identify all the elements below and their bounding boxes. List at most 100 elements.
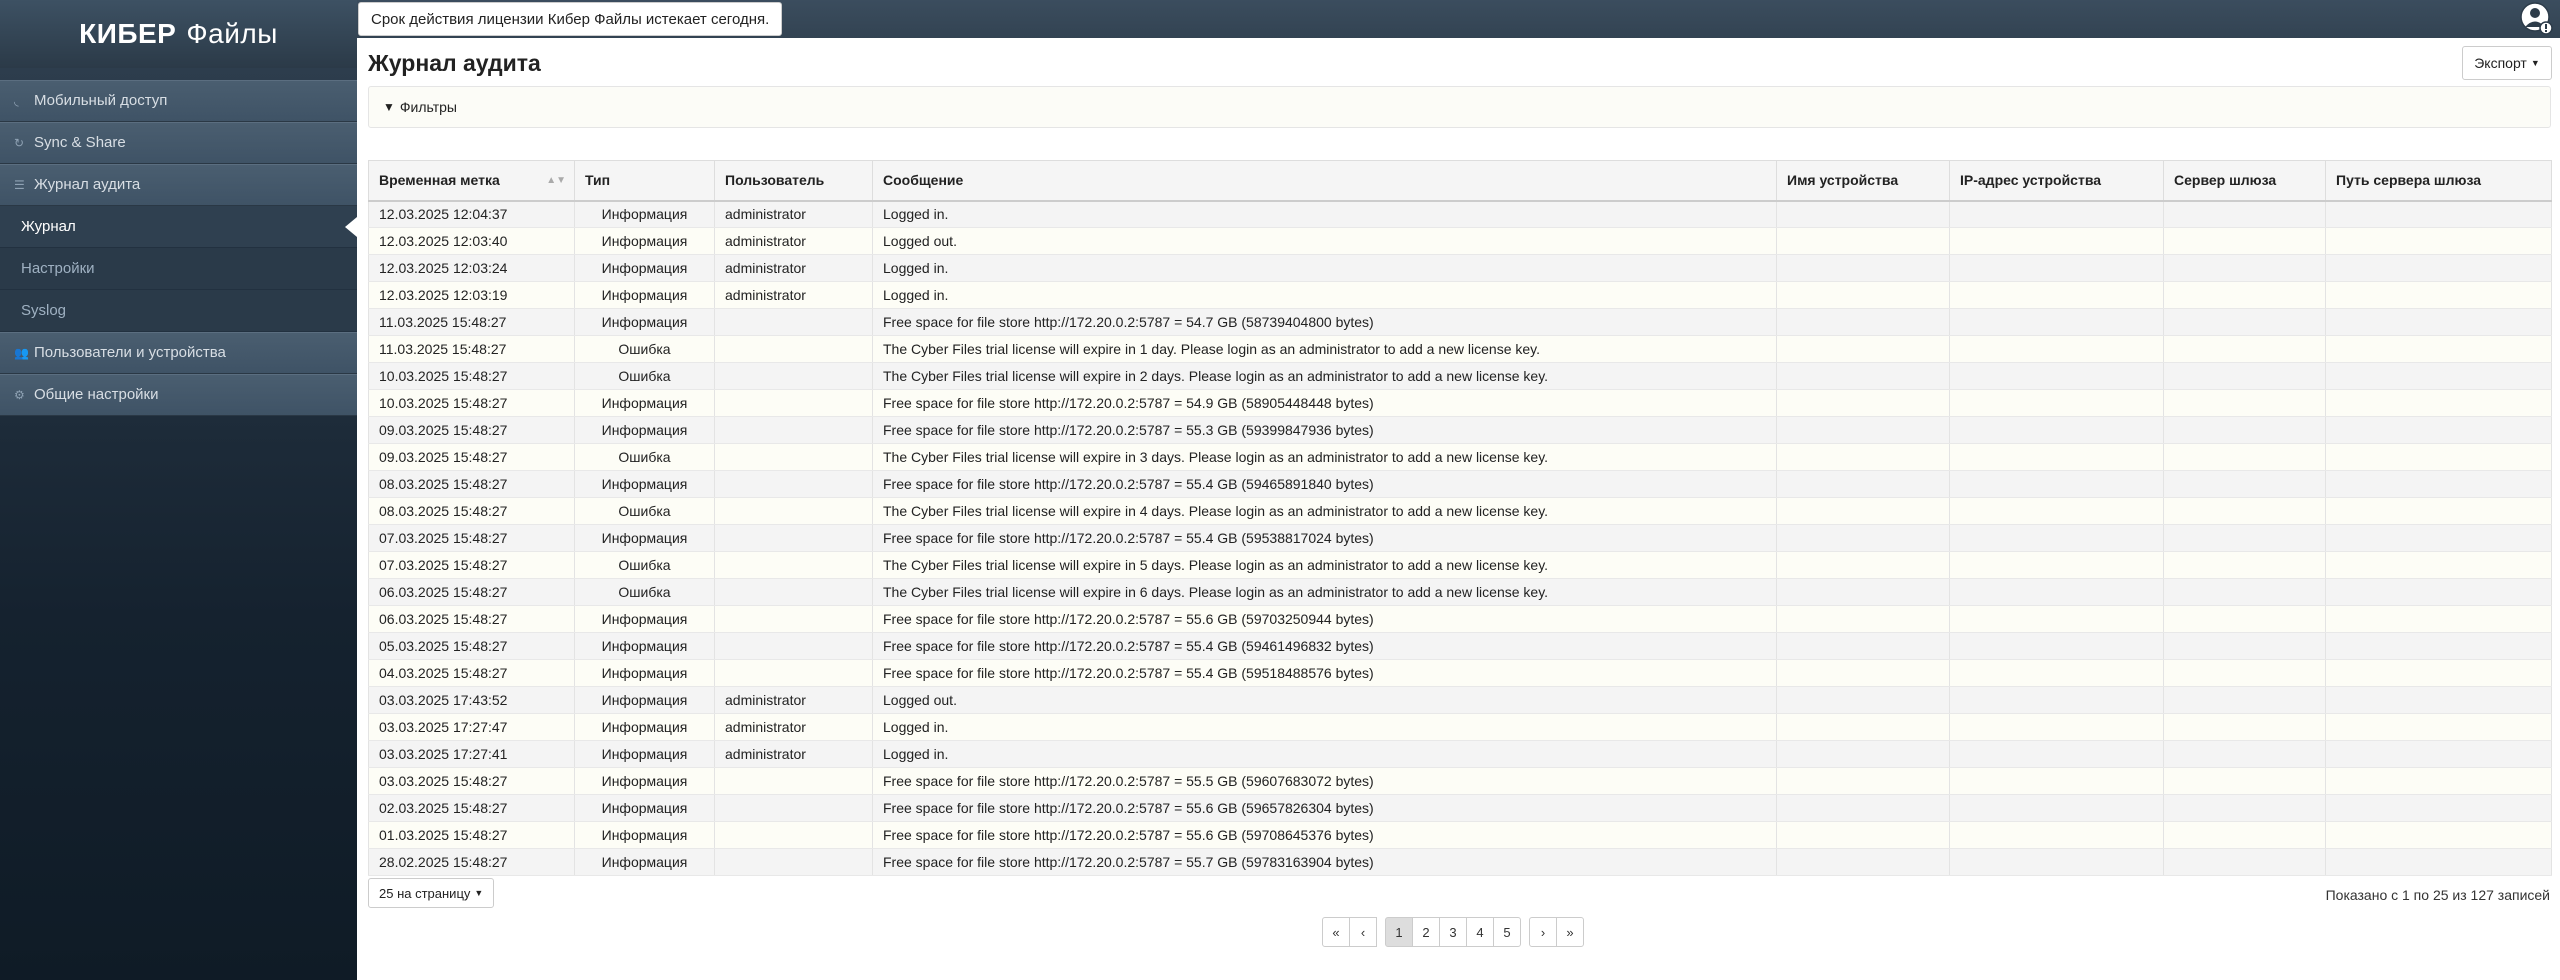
app-logo[interactable]: КИБЕР Файлы	[0, 0, 357, 68]
users-icon: 👥	[14, 346, 29, 360]
main-content: Журнал аудита Экспорт ▼ ▼ Фильтры Времен…	[357, 38, 2560, 980]
table-row[interactable]: 12.03.2025 12:03:24 Информация administrat…	[368, 254, 2552, 282]
cell-timestamp: 07.03.2025 15:48:27	[368, 524, 575, 552]
column-header-gateway-path[interactable]: Путь сервера шлюза	[2325, 160, 2552, 202]
table-row[interactable]: 11.03.2025 15:48:27 Информация Free space …	[368, 308, 2552, 336]
cell-gateway-path	[2325, 497, 2552, 525]
cell-user	[714, 605, 873, 633]
cell-device-ip	[1949, 497, 2164, 525]
sync-icon: ↻	[14, 136, 25, 150]
last-page-button[interactable]: »	[1556, 917, 1584, 947]
sidebar-subitem-syslog[interactable]: Syslog	[0, 290, 357, 332]
table-row[interactable]: 07.03.2025 15:48:27 Информация Free space …	[368, 524, 2552, 552]
cell-device-name	[1776, 659, 1950, 687]
column-header-user[interactable]: Пользователь	[714, 160, 873, 202]
first-page-button[interactable]: «	[1322, 917, 1350, 947]
cell-device-name	[1776, 794, 1950, 822]
table-row[interactable]: 04.03.2025 15:48:27 Информация Free space …	[368, 659, 2552, 687]
table-row[interactable]: 06.03.2025 15:48:27 Информация Free space …	[368, 605, 2552, 633]
cell-user	[714, 497, 873, 525]
cell-message: The Cyber Files trial license will expir…	[872, 497, 1777, 525]
cell-timestamp: 28.02.2025 15:48:27	[368, 848, 575, 876]
cell-user: administrator	[714, 686, 873, 714]
cell-gateway-path	[2325, 335, 2552, 363]
export-button[interactable]: Экспорт ▼	[2462, 46, 2552, 80]
page-button-2[interactable]: 2	[1412, 917, 1440, 947]
page-button-3[interactable]: 3	[1439, 917, 1467, 947]
cell-type: Информация	[574, 227, 715, 255]
table-row[interactable]: 10.03.2025 15:48:27 Ошибка The Cyber Files…	[368, 362, 2552, 390]
table-row[interactable]: 09.03.2025 15:48:27 Ошибка The Cyber Files…	[368, 443, 2552, 471]
table-row[interactable]: 07.03.2025 15:48:27 Ошибка The Cyber Files…	[368, 551, 2552, 579]
next-page-button[interactable]: ›	[1529, 917, 1557, 947]
cell-device-ip	[1949, 605, 2164, 633]
sidebar-subitem-journal[interactable]: Журнал	[0, 206, 357, 248]
column-header-device-ip[interactable]: IP-адрес устройства	[1949, 160, 2164, 202]
cell-message: Free space for file store http://172.20.…	[872, 416, 1777, 444]
table-row[interactable]: 11.03.2025 15:48:27 Ошибка The Cyber Files…	[368, 335, 2552, 363]
cell-type: Ошибка	[574, 362, 715, 390]
sidebar-item-sync-share[interactable]: ↻ Sync & Share	[0, 122, 357, 164]
page-button-1[interactable]: 1	[1385, 917, 1413, 947]
cell-device-name	[1776, 308, 1950, 336]
cell-gateway-server	[2163, 227, 2326, 255]
cell-gateway-path	[2325, 227, 2552, 255]
cell-type: Информация	[574, 659, 715, 687]
table-row[interactable]: 09.03.2025 15:48:27 Информация Free space …	[368, 416, 2552, 444]
table-row[interactable]: 02.03.2025 15:48:27 Информация Free space …	[368, 794, 2552, 822]
filters-toggle[interactable]: ▼ Фильтры	[368, 86, 2551, 128]
cell-gateway-server	[2163, 794, 2326, 822]
sidebar-item-label: Пользователи и устройства	[34, 344, 226, 361]
page-button-5[interactable]: 5	[1493, 917, 1521, 947]
cell-device-name	[1776, 389, 1950, 417]
column-header-message[interactable]: Сообщение	[872, 160, 1777, 202]
table-row[interactable]: 08.03.2025 15:48:27 Информация Free space …	[368, 470, 2552, 498]
cell-user: administrator	[714, 281, 873, 309]
table-row[interactable]: 12.03.2025 12:03:40 Информация administrat…	[368, 227, 2552, 255]
cell-device-name	[1776, 578, 1950, 606]
table-row[interactable]: 03.03.2025 17:43:52 Информация administrat…	[368, 686, 2552, 714]
sidebar-item-mobile-access[interactable]: ◟ Мобильный доступ	[0, 80, 357, 122]
cell-timestamp: 12.03.2025 12:04:37	[368, 200, 575, 228]
column-header-label: IP-адрес устройства	[1960, 172, 2102, 189]
table-row[interactable]: 10.03.2025 15:48:27 Информация Free space …	[368, 389, 2552, 417]
table-row[interactable]: 12.03.2025 12:03:19 Информация administrat…	[368, 281, 2552, 309]
table-row[interactable]: 03.03.2025 17:27:47 Информация administrat…	[368, 713, 2552, 741]
cell-type: Ошибка	[574, 497, 715, 525]
sidebar-item-audit-log[interactable]: ☰ Журнал аудита	[0, 164, 357, 206]
table-row[interactable]: 03.03.2025 15:48:27 Информация Free space …	[368, 767, 2552, 795]
sidebar-item-users-devices[interactable]: 👥 Пользователи и устройства	[0, 332, 357, 374]
column-header-gateway-server[interactable]: Сервер шлюза	[2163, 160, 2326, 202]
column-header-device-name[interactable]: Имя устройства	[1776, 160, 1950, 202]
cell-user	[714, 578, 873, 606]
column-header-type[interactable]: Тип	[574, 160, 715, 202]
column-header-label: Путь сервера шлюза	[2336, 172, 2482, 189]
sidebar-item-general-settings[interactable]: ⚙ Общие настройки	[0, 374, 357, 416]
table-row[interactable]: 01.03.2025 15:48:27 Информация Free space …	[368, 821, 2552, 849]
cell-device-ip	[1949, 200, 2164, 228]
table-row[interactable]: 06.03.2025 15:48:27 Ошибка The Cyber Files…	[368, 578, 2552, 606]
table-row[interactable]: 28.02.2025 15:48:27 Информация Free space …	[368, 848, 2552, 876]
cell-type: Информация	[574, 470, 715, 498]
sidebar-subitem-settings[interactable]: Настройки	[0, 248, 357, 290]
per-page-dropdown[interactable]: 25 на страницу ▼	[368, 878, 495, 908]
table-row[interactable]: 12.03.2025 12:04:37 Информация administrat…	[368, 200, 2552, 228]
table-row[interactable]: 05.03.2025 15:48:27 Информация Free space …	[368, 632, 2552, 660]
table-row[interactable]: 03.03.2025 17:27:41 Информация administrat…	[368, 740, 2552, 768]
cell-device-ip	[1949, 821, 2164, 849]
table-row[interactable]: 08.03.2025 15:48:27 Ошибка The Cyber Files…	[368, 497, 2552, 525]
column-header-timestamp[interactable]: Временная метка ▲▼	[368, 160, 575, 202]
cell-device-name	[1776, 254, 1950, 282]
cell-type: Информация	[574, 389, 715, 417]
cell-device-name	[1776, 200, 1950, 228]
page-button-4[interactable]: 4	[1466, 917, 1494, 947]
cell-device-name	[1776, 632, 1950, 660]
cell-device-ip	[1949, 308, 2164, 336]
cell-gateway-server	[2163, 659, 2326, 687]
cell-device-name	[1776, 821, 1950, 849]
previous-page-button[interactable]: ‹	[1349, 917, 1377, 947]
pagination: « ‹ 1 2 3 4 5 › »	[1322, 917, 1584, 947]
cell-timestamp: 03.03.2025 15:48:27	[368, 767, 575, 795]
cell-user	[714, 848, 873, 876]
user-account-icon[interactable]	[2520, 2, 2554, 36]
